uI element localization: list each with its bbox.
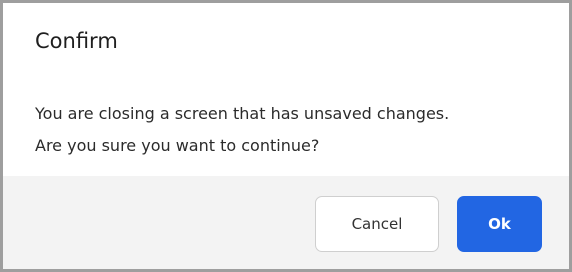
dialog-message: You are closing a screen that has unsave…: [35, 98, 549, 162]
dialog-header: Confirm: [3, 3, 569, 81]
dialog-message-line-2: Are you sure you want to continue?: [35, 136, 320, 155]
ok-button[interactable]: Ok: [457, 196, 542, 252]
dialog-message-line-1: You are closing a screen that has unsave…: [35, 104, 450, 123]
dialog-title: Confirm: [35, 29, 118, 53]
dialog-footer: Cancel Ok: [3, 176, 569, 269]
cancel-button[interactable]: Cancel: [315, 196, 439, 252]
confirm-dialog: Confirm You are closing a screen that ha…: [0, 0, 572, 272]
